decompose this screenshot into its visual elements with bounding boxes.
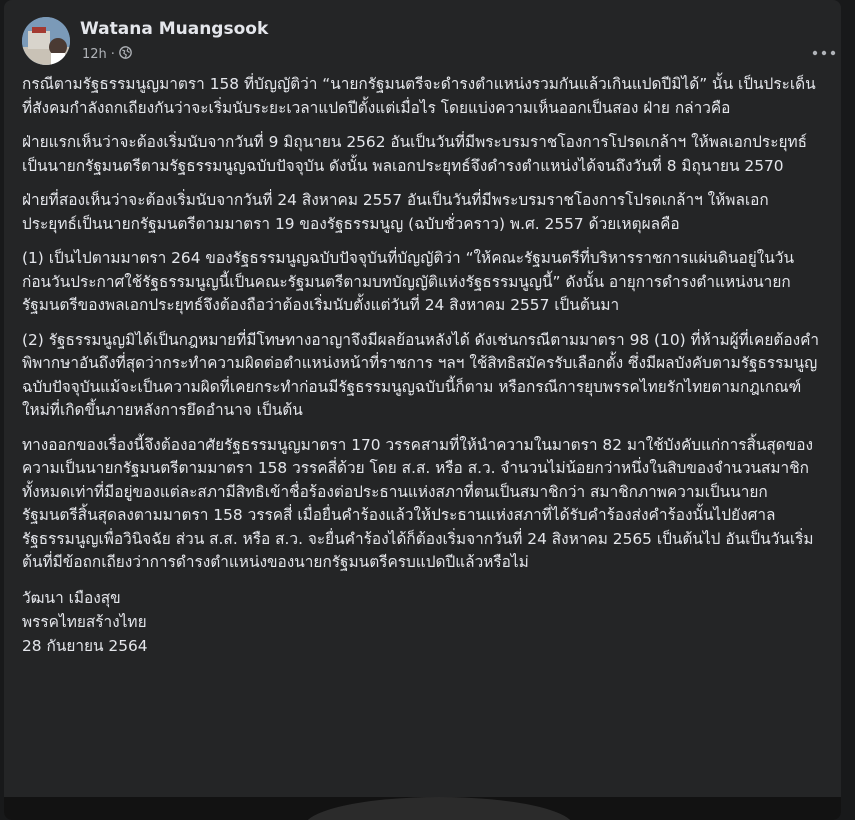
signature-party: พรรคไทยสร้างไทย bbox=[22, 612, 147, 631]
signature-name: วัฒนา เมืองสุข bbox=[22, 588, 121, 607]
signature-date: 28 กันยายน 2564 bbox=[22, 636, 148, 655]
preview-silhouette bbox=[304, 797, 574, 820]
post-paragraph: (2) รัฐธรรมนูญมิได้เป็นกฎหมายที่มีโทษทาง… bbox=[22, 330, 820, 420]
post-paragraph: ฝ่ายแรกเห็นว่าจะต้องเริ่มนับจากวันที่ 9 … bbox=[22, 133, 808, 175]
avatar-image-icon bbox=[22, 17, 70, 65]
avatar[interactable] bbox=[22, 17, 70, 65]
post-card: Watana Muangsook 12h · กรณีตามรัฐธรรมนูญ… bbox=[4, 0, 841, 820]
globe-icon bbox=[119, 46, 132, 63]
post-body: กรณีตามรัฐธรรมนูญมาตรา 158 ที่บัญญัติว่า… bbox=[22, 73, 822, 658]
post-paragraph: (1) เป็นไปตามมาตรา 264 ของรัฐธรรมนูญฉบับ… bbox=[22, 249, 794, 314]
post-meta: 12h · bbox=[82, 46, 132, 63]
meta-separator: · bbox=[110, 47, 115, 62]
page-scrollbar-area[interactable] bbox=[842, 0, 855, 820]
post-header: Watana Muangsook 12h · bbox=[22, 17, 836, 69]
attached-image-preview[interactable] bbox=[4, 797, 841, 820]
post-time[interactable]: 12h bbox=[82, 47, 107, 62]
post-paragraph: กรณีตามรัฐธรรมนูญมาตรา 158 ที่บัญญัติว่า… bbox=[22, 75, 816, 117]
post-paragraph: ทางออกของเรื่องนี้จึงต้องอาศัยรัฐธรรมนูญ… bbox=[22, 435, 814, 572]
more-options-icon[interactable] bbox=[808, 43, 840, 67]
author-name[interactable]: Watana Muangsook bbox=[80, 19, 268, 39]
post-paragraph: ฝ่ายที่สองเห็นว่าจะต้องเริ่มนับจากวันที่… bbox=[22, 191, 769, 233]
signature: วัฒนา เมืองสุข พรรคไทยสร้างไทย 28 กันยาย… bbox=[22, 586, 822, 658]
